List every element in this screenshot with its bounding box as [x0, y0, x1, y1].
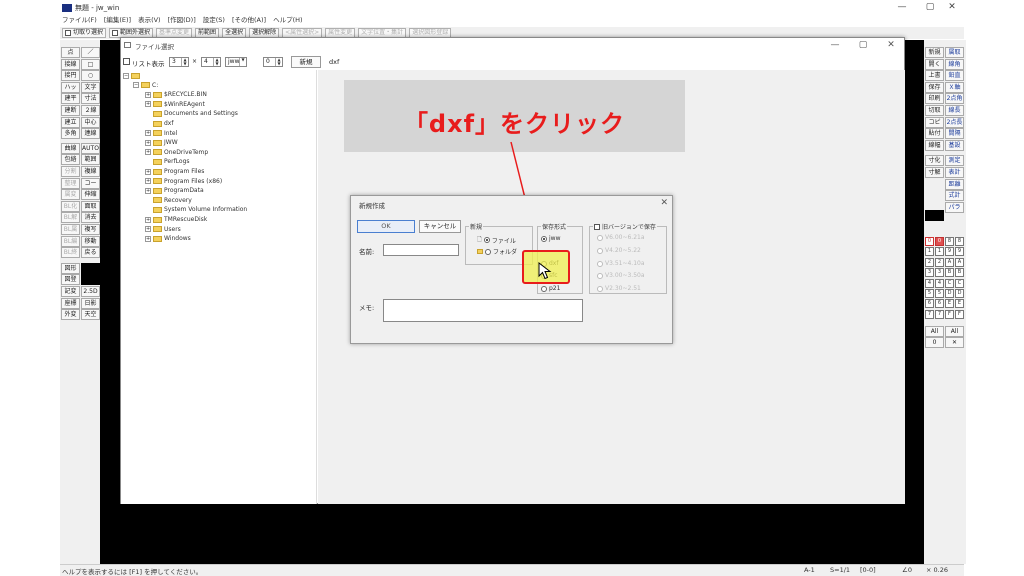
old-version-4[interactable]: V3.00~3.50a	[597, 272, 645, 279]
format-group-label: 保存形式	[541, 222, 568, 231]
old-version-5[interactable]: V2.30~2.51	[597, 285, 641, 292]
mouse-cursor-icon	[538, 262, 552, 280]
old-version-2[interactable]: V4.20~5.22	[597, 247, 641, 254]
name-input[interactable]	[383, 244, 459, 256]
radio-jww[interactable]: jww	[541, 235, 560, 242]
new-create-dialog: 新規作成 ✕ OK キャンセル 名前: メモ: 新規 🗋 ファイル フォルダ 保存…	[350, 195, 673, 344]
name-label: 名前:	[359, 248, 375, 256]
ok-button[interactable]: OK	[357, 220, 415, 233]
old-version-checkbox[interactable]: 旧バージョンで保存	[593, 222, 657, 231]
radio-file[interactable]: 🗋 ファイル	[477, 235, 516, 245]
radio-folder[interactable]: フォルダ	[477, 247, 517, 256]
old-version-1[interactable]: V6.00~6.21a	[597, 234, 645, 241]
memo-input[interactable]	[383, 299, 583, 322]
radio-p21[interactable]: p21	[541, 285, 560, 292]
file-icon: 🗋	[477, 236, 482, 243]
radio-folder-dot[interactable]	[485, 248, 491, 255]
new-type-group-label: 新規	[469, 222, 484, 231]
radio-file-dot[interactable]	[483, 237, 490, 243]
new-dialog-close-icon[interactable]: ✕	[660, 198, 668, 208]
folder-icon	[477, 249, 483, 254]
memo-label: メモ:	[359, 304, 375, 312]
new-dialog-title: 新規作成	[359, 202, 385, 210]
cancel-button[interactable]: キャンセル	[419, 220, 461, 233]
old-version-3[interactable]: V3.51~4.10a	[597, 260, 645, 267]
